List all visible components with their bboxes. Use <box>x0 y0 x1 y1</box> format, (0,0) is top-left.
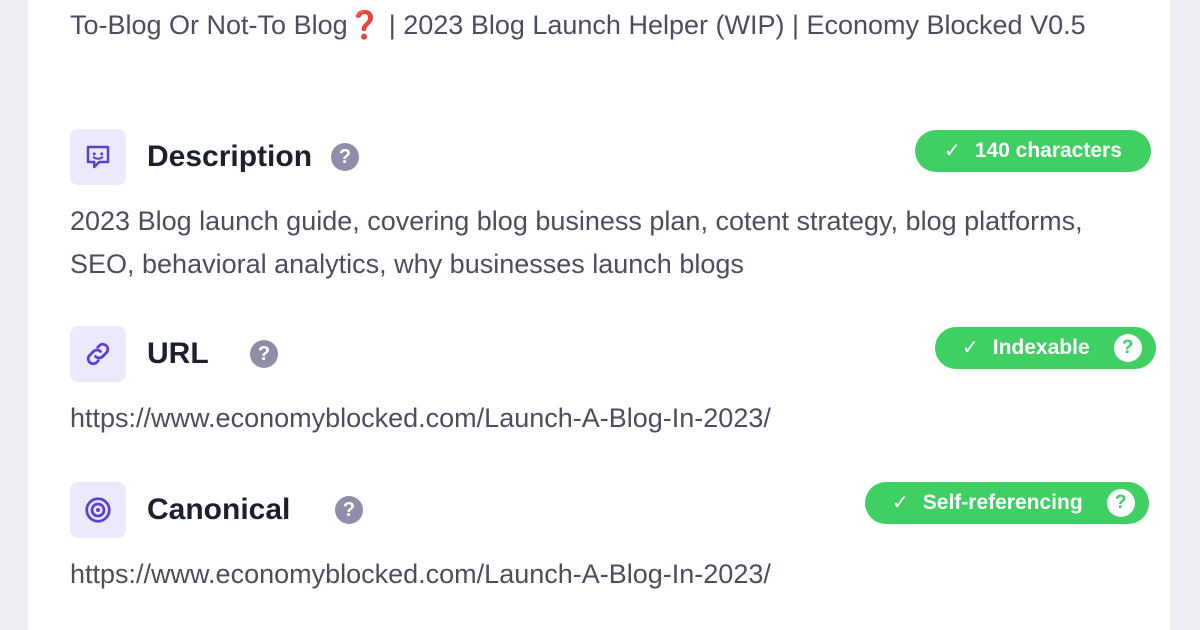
canonical-help-icon[interactable]: ? <box>335 496 363 524</box>
url-badge-label: Indexable <box>992 336 1090 359</box>
url-value: https://www.economyblocked.com/Launch-A-… <box>70 403 771 433</box>
check-icon: ✓ <box>892 492 909 514</box>
self-referencing-help-icon[interactable]: ? <box>1106 489 1135 517</box>
link-icon <box>70 326 126 382</box>
seo-details-card: To-Blog Or Not-To Blog❓ | 2023 Blog Laun… <box>28 0 1170 630</box>
description-section-header: Description ? ✓ 140 characters <box>70 129 1151 185</box>
target-icon <box>70 482 126 538</box>
check-icon: ✓ <box>944 140 961 162</box>
description-badge-label: 140 characters <box>974 139 1122 162</box>
url-label: URL <box>147 337 209 370</box>
description-value: 2023 Blog launch guide, covering blog bu… <box>70 206 1083 279</box>
url-section-header: URL ? ✓ Indexable ? <box>70 326 1156 382</box>
description-length-badge: ✓ 140 characters <box>915 130 1151 172</box>
description-help-icon[interactable]: ? <box>331 143 359 171</box>
question-mark-emoji: ❓ <box>347 10 382 40</box>
canonical-section-header: Canonical ? ✓ Self-referencing ? <box>70 482 1149 538</box>
indexable-help-icon[interactable]: ? <box>1113 334 1142 362</box>
canonical-label: Canonical <box>147 493 291 526</box>
url-help-icon[interactable]: ? <box>250 340 278 368</box>
speech-bubble-icon <box>70 129 126 185</box>
check-icon: ✓ <box>962 337 979 359</box>
canonical-value: https://www.economyblocked.com/Launch-A-… <box>70 559 771 589</box>
indexable-badge: ✓ Indexable ? <box>935 327 1156 369</box>
self-referencing-badge: ✓ Self-referencing ? <box>865 482 1149 524</box>
description-label: Description <box>147 140 313 173</box>
canonical-badge-label: Self-referencing <box>922 491 1083 514</box>
page-title-value: To-Blog Or Not-To Blog❓ | 2023 Blog Laun… <box>70 10 1086 40</box>
